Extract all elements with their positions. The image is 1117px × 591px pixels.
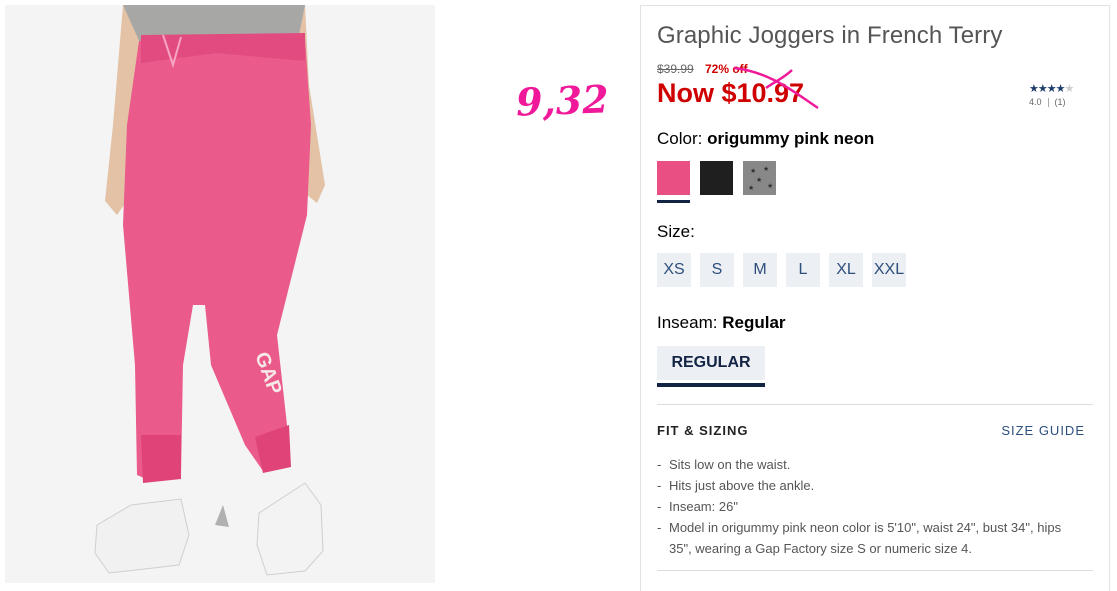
size-s-button[interactable]: S (700, 253, 734, 287)
review-count[interactable]: (1) (1055, 97, 1066, 107)
swatch-black[interactable] (700, 161, 733, 195)
size-label: Size: (657, 222, 695, 241)
color-swatches: ★ ★ ★ ★ ★ (657, 161, 776, 195)
product-title: Graphic Joggers in French Terry (657, 22, 1003, 49)
section-divider (657, 404, 1093, 405)
swatch-origummy-pink-neon[interactable] (657, 161, 690, 195)
size-guide-link[interactable]: SIZE GUIDE (1001, 423, 1085, 438)
selected-inseam-indicator (657, 383, 765, 387)
size-xxl-button[interactable]: XXL (872, 253, 906, 287)
size-l-button[interactable]: L (786, 253, 820, 287)
model-pants-illustration: GAP (94, 5, 325, 576)
product-rating[interactable]: ★★★★★ 4.0 (1) (1029, 82, 1089, 108)
size-xs-button[interactable]: XS (657, 253, 691, 287)
section-divider (657, 570, 1093, 571)
swatch-grey-star-print[interactable]: ★ ★ ★ ★ ★ (743, 161, 776, 195)
inseam-label: Inseam: Regular (657, 313, 786, 332)
size-m-button[interactable]: M (743, 253, 777, 287)
color-label: Color: origummy pink neon (657, 129, 875, 148)
list-item: Sits low on the waist. (657, 454, 1087, 475)
fit-details-list: Sits low on the waist. Hits just above t… (657, 454, 1087, 559)
rating-score: 4.0 (1029, 97, 1042, 107)
product-image[interactable]: GAP (5, 5, 435, 583)
selected-swatch-indicator (657, 200, 690, 203)
size-options: XS S M L XL XXL (657, 253, 906, 287)
selected-inseam: Regular (722, 313, 786, 332)
handwritten-price-note: 9,32 (515, 76, 610, 125)
fit-sizing-heading: FIT & SIZING (657, 423, 749, 438)
size-xl-button[interactable]: XL (829, 253, 863, 287)
list-item: Model in origummy pink neon color is 5'1… (657, 517, 1087, 559)
selected-color-name: origummy pink neon (707, 129, 875, 148)
list-item: Hits just above the ankle. (657, 475, 1087, 496)
inseam-regular-button[interactable]: REGULAR (657, 346, 765, 380)
product-details-panel: Graphic Joggers in French Terry $39.99 7… (640, 5, 1110, 591)
handwritten-strikethrough (733, 66, 819, 110)
original-price: $39.99 (657, 62, 694, 76)
list-item: Inseam: 26" (657, 496, 1087, 517)
rating-stars-icon: ★★★★★ (1029, 83, 1074, 95)
